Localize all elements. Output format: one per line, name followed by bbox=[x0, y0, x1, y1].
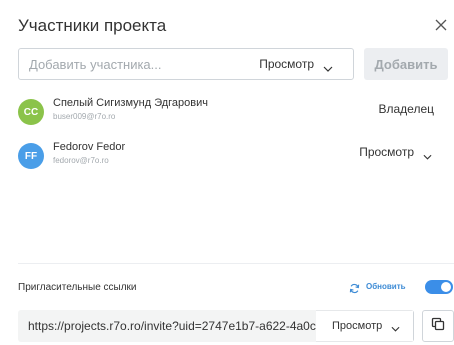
toggle-knob bbox=[441, 282, 451, 292]
add-member-button[interactable]: Добавить bbox=[364, 48, 448, 80]
invite-link-role-label: Просмотр bbox=[332, 320, 383, 332]
member-email: buser009@r7o.ro bbox=[53, 112, 116, 121]
invite-link-field: https://projects.r7o.ro/invite?uid=2747e… bbox=[18, 310, 414, 342]
chevron-down-icon bbox=[423, 149, 432, 160]
add-member-role-select[interactable]: Просмотр bbox=[259, 49, 333, 79]
copy-icon bbox=[431, 317, 445, 336]
member-row: FF Fedorov Fedor fedorov@r7o.ro Просмотр bbox=[18, 141, 448, 173]
member-role-label: Просмотр bbox=[359, 145, 414, 159]
member-name: Fedorov Fedor bbox=[53, 141, 126, 153]
member-role: Владелец bbox=[378, 102, 434, 116]
add-member-field: Просмотр bbox=[18, 48, 354, 80]
add-member-role-label: Просмотр bbox=[259, 57, 314, 71]
add-member-input[interactable] bbox=[29, 49, 249, 79]
invite-links-toggle[interactable] bbox=[425, 280, 453, 294]
member-email: fedorov@r7o.ro bbox=[53, 156, 109, 165]
avatar: СС bbox=[18, 99, 44, 125]
member-role-select[interactable]: Просмотр bbox=[359, 145, 432, 160]
member-name: Спелый Сигизмунд Эдгарович bbox=[53, 97, 209, 109]
avatar: FF bbox=[18, 143, 44, 169]
member-row: СС Спелый Сигизмунд Эдгарович buser009@r… bbox=[18, 97, 448, 129]
close-icon[interactable] bbox=[434, 18, 448, 32]
copy-link-button[interactable] bbox=[422, 310, 454, 342]
project-members-dialog: Участники проекта Просмотр Добавить СС С… bbox=[0, 0, 454, 345]
refresh-icon bbox=[349, 281, 360, 294]
dialog-title: Участники проекта bbox=[18, 16, 167, 35]
chevron-down-icon bbox=[323, 61, 333, 72]
refresh-link-button[interactable]: Обновить bbox=[349, 281, 406, 294]
invite-link-role-select[interactable]: Просмотр bbox=[316, 310, 414, 342]
refresh-label: Обновить bbox=[366, 282, 406, 291]
divider bbox=[18, 263, 454, 264]
invite-links-label: Пригласительные ссылки bbox=[18, 282, 137, 293]
invite-link-url[interactable]: https://projects.r7o.ro/invite?uid=2747e… bbox=[28, 310, 324, 342]
chevron-down-icon bbox=[391, 323, 400, 332]
